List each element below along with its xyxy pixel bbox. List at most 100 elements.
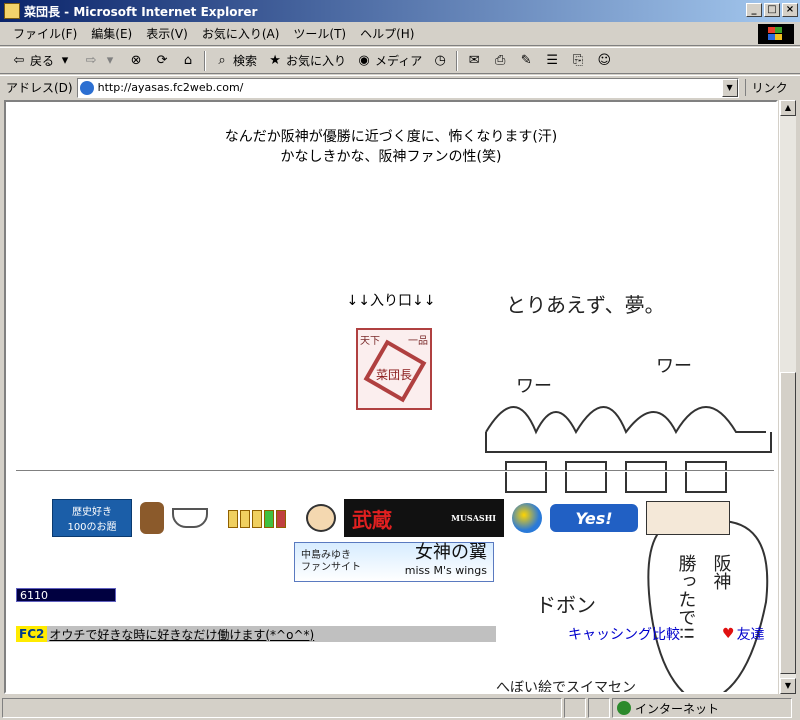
status-message: [2, 698, 562, 718]
favorites-icon: ★: [269, 52, 281, 68]
rekishi-banner-subtext: 100のお題: [67, 522, 117, 533]
address-bar: アドレス(D) http://ayasas.fc2web.com/ ▼ リンク: [0, 75, 800, 99]
toolbar: ⇦ 戻る ▾ ⇨ ▾ ⊗ ⟳ ⌂ ⌕ 検索 ★ お気に入り ◉ メディア ◷ ✉…: [0, 47, 800, 74]
edit-icon: ✎: [520, 52, 532, 68]
forward-arrow-icon: ⇨: [85, 52, 97, 68]
vertical-scrollbar[interactable]: ▲ ▼: [779, 100, 796, 694]
rekishi-banner-text: 歴史好き: [72, 507, 112, 518]
address-dropdown-button[interactable]: ▼: [721, 78, 738, 97]
mail-icon: ✉: [468, 52, 480, 68]
menu-favorites[interactable]: お気に入り(A): [195, 23, 287, 44]
caching-link[interactable]: キャッシング比較: [568, 624, 680, 644]
media-icon: ◉: [358, 52, 370, 68]
musashi-banner-subtitle: MUSASHI: [451, 513, 496, 523]
windows-logo-icon: [758, 24, 794, 44]
heart-icon: ♥: [722, 626, 735, 642]
stop-button[interactable]: ⊗: [123, 51, 149, 71]
scroll-down-button[interactable]: ▼: [780, 678, 796, 694]
search-button[interactable]: ⌕ 検索: [209, 50, 262, 71]
megami-left-2: ファンサイト: [301, 562, 361, 573]
megami-left-1: 中島みゆき: [301, 550, 351, 561]
favorites-label: お気に入り: [286, 54, 347, 68]
page-text-line2: かなしきかな、阪神ファンの性(笑): [280, 149, 502, 165]
minimize-button[interactable]: _: [746, 3, 762, 17]
window-title: 菜団長 - Microsoft Internet Explorer: [24, 4, 258, 19]
manga-banner-link[interactable]: [646, 501, 730, 535]
barrel-banner-link[interactable]: [140, 502, 164, 534]
search-icon: ⌕: [218, 52, 226, 68]
edit-button[interactable]: ✎: [513, 51, 539, 71]
dropdown-arrow-icon[interactable]: ▾: [57, 53, 73, 69]
face-banner-link[interactable]: [306, 504, 336, 532]
title-bar: 菜団長 - Microsoft Internet Explorer _ □ ×: [0, 0, 800, 22]
messenger-button[interactable]: ☺: [591, 51, 617, 71]
scroll-up-button[interactable]: ▲: [780, 100, 796, 116]
megami-subtitle: miss M's wings: [404, 564, 487, 577]
menu-file[interactable]: ファイル(F): [6, 23, 84, 44]
research-icon: ⎘: [573, 52, 584, 68]
menu-bar: ファイル(F) 編集(E) 表示(V) お気に入り(A) ツール(T) ヘルプ(…: [0, 22, 800, 46]
stop-icon: ⊗: [130, 52, 142, 68]
research-button[interactable]: ⎘: [565, 51, 591, 71]
stamp-center-text: 菜団長: [375, 368, 412, 382]
fc2-ad-bar: FC2 オウチで好きな時に好きなだけ働けます(*^o^*): [16, 626, 496, 642]
links-button[interactable]: リンク: [744, 79, 788, 96]
discuss-icon: ☰: [546, 52, 559, 68]
menu-view[interactable]: 表示(V): [139, 23, 195, 44]
close-button[interactable]: ×: [782, 3, 798, 17]
back-arrow-icon: ⇦: [13, 52, 25, 68]
search-label: 検索: [233, 54, 258, 68]
cup-banner-link[interactable]: [172, 508, 208, 528]
menu-edit[interactable]: 編集(E): [84, 23, 139, 44]
menu-help[interactable]: ヘルプ(H): [353, 23, 421, 44]
megami-title: 女神の翼: [415, 542, 487, 563]
stamp-top-right: 一品: [408, 336, 428, 347]
dropdown-arrow-icon[interactable]: ▾: [102, 53, 118, 69]
musashi-banner-title: 武蔵: [352, 507, 392, 532]
page-text-line1: なんだか阪神が優勝に近づく度に、怖くなります(汗): [224, 129, 558, 145]
globe-banner-link[interactable]: [512, 503, 542, 533]
fc2-ad-link[interactable]: オウチで好きな時に好きなだけ働けます(*^o^*): [49, 626, 314, 643]
security-zone: インターネット: [612, 698, 792, 718]
banner-row: 歴史好き 100のお題 武蔵 MUSASHI Yes!: [52, 498, 730, 538]
back-label: 戻る: [30, 54, 55, 68]
internet-zone-icon: [617, 701, 631, 715]
refresh-icon: ⟳: [156, 52, 168, 68]
doodle-text-shout: ワー: [656, 356, 692, 377]
scroll-thumb[interactable]: [780, 372, 796, 674]
friend-link[interactable]: ♥ 友達: [722, 624, 765, 644]
stamp-top-left: 天下: [360, 336, 380, 347]
discuss-button[interactable]: ☰: [539, 51, 565, 71]
back-button[interactable]: ⇦ 戻る ▾: [6, 50, 78, 71]
access-counter: 6110: [16, 588, 116, 602]
page-icon: [4, 3, 20, 19]
status-bar: インターネット: [0, 696, 800, 720]
doodle-text-top: とりあえず、夢。: [506, 293, 665, 317]
maximize-button[interactable]: □: [764, 3, 780, 17]
fc2-logo[interactable]: FC2: [16, 626, 48, 642]
pixel-people-banner-link[interactable]: [216, 508, 298, 528]
history-icon: ◷: [434, 52, 446, 68]
print-icon: ⎙: [495, 52, 506, 68]
rekishi-banner-link[interactable]: 歴史好き 100のお題: [52, 499, 132, 537]
media-button[interactable]: ◉ メディア: [351, 50, 427, 71]
address-label: アドレス(D): [6, 81, 73, 95]
print-button[interactable]: ⎙: [487, 51, 513, 71]
home-button[interactable]: ⌂: [175, 51, 201, 71]
entrance-stamp-link[interactable]: 天下 一品 菜団長: [356, 328, 432, 410]
refresh-button[interactable]: ⟳: [149, 51, 175, 71]
doodle-text-don: ドボン: [536, 593, 596, 617]
yes-banner-link[interactable]: Yes!: [550, 504, 638, 532]
doodle-text-shout: ワー: [516, 376, 552, 397]
history-button[interactable]: ◷: [427, 51, 453, 71]
forward-button[interactable]: ⇨ ▾: [78, 51, 123, 71]
address-input[interactable]: http://ayasas.fc2web.com/ ▼: [76, 77, 739, 98]
menu-tools[interactable]: ツール(T): [286, 23, 353, 44]
messenger-icon: ☺: [597, 52, 611, 68]
megami-banner-link[interactable]: 中島みゆき ファンサイト 女神の翼 miss M's wings: [294, 542, 494, 582]
mail-button[interactable]: ✉: [461, 51, 487, 71]
status-cell: [564, 698, 586, 718]
toolbar-separator: [204, 50, 207, 71]
musashi-banner-link[interactable]: 武蔵 MUSASHI: [344, 499, 504, 537]
favorites-button[interactable]: ★ お気に入り: [262, 50, 351, 71]
